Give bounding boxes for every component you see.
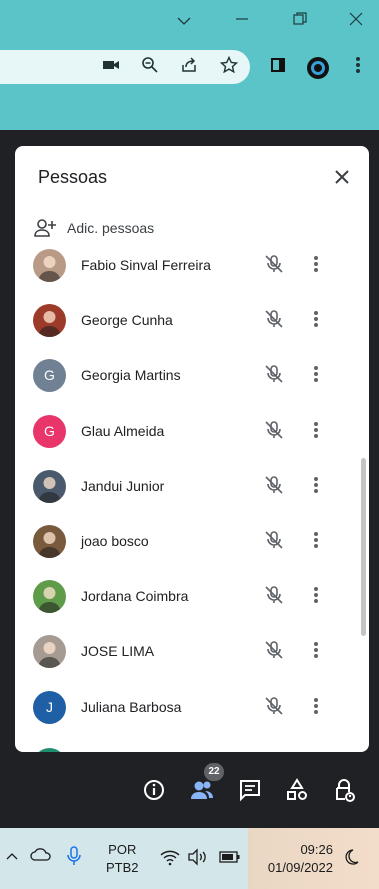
shapes-icon <box>287 778 307 800</box>
add-people-label: Adic. pessoas <box>67 220 155 236</box>
menu-kebab-icon[interactable] <box>347 56 369 78</box>
close-window-button[interactable] <box>344 10 368 34</box>
more-options-icon[interactable] <box>313 254 333 276</box>
microphone-icon[interactable] <box>67 846 81 869</box>
taskbar-clock[interactable]: 09:26 01/09/2022 <box>257 841 333 877</box>
participant-name: George Cunha <box>81 312 173 328</box>
focus-moon-icon[interactable] <box>343 848 359 869</box>
participant-name: Glau Almeida <box>81 423 165 439</box>
more-options-icon[interactable] <box>313 530 333 552</box>
list-item[interactable]: JOSE LIMA <box>15 629 369 684</box>
profile-avatar-icon[interactable] <box>306 56 329 79</box>
cloud-icon[interactable] <box>30 848 52 865</box>
add-person-icon <box>34 219 56 237</box>
participant-avatar <box>33 748 66 752</box>
list-item[interactable]: G Glau Almeida <box>15 409 369 464</box>
participant-name: Juliana Barbosa <box>81 699 182 715</box>
participant-avatar <box>33 525 66 558</box>
camera-icon[interactable] <box>100 56 122 78</box>
volume-icon[interactable] <box>187 848 209 869</box>
people-panel: Pessoas Adic. pessoas Fabio Sinval Ferre… <box>15 146 369 752</box>
list-item[interactable]: joao bosco <box>15 519 369 574</box>
chat-button[interactable] <box>236 776 264 804</box>
participant-avatar <box>33 580 66 613</box>
list-item[interactable]: Jordana Coimbra <box>15 574 369 629</box>
participant-name: Fabio Sinval Ferreira <box>81 257 211 273</box>
more-options-icon[interactable] <box>313 309 333 331</box>
lock-person-icon <box>336 779 355 802</box>
mic-off-icon[interactable] <box>263 253 285 275</box>
meeting-controls-bar: 22 <box>0 760 379 828</box>
list-item[interactable]: Jandui Junior <box>15 464 369 519</box>
more-options-icon[interactable] <box>313 640 333 662</box>
more-options-icon[interactable] <box>313 420 333 442</box>
bookmark-star-icon[interactable] <box>218 55 240 78</box>
chat-icon <box>240 780 260 802</box>
mic-off-icon[interactable] <box>263 639 285 661</box>
people-icon <box>191 781 213 799</box>
list-item[interactable]: George Cunha <box>15 298 369 353</box>
zoom-icon[interactable] <box>139 56 161 78</box>
restore-button[interactable] <box>288 10 312 34</box>
address-bar[interactable] <box>0 50 250 84</box>
list-item[interactable]: J Juliana Barbosa <box>15 685 369 740</box>
close-panel-button[interactable] <box>331 166 353 188</box>
info-icon <box>144 780 164 800</box>
participant-name: JOSE LIMA <box>81 643 155 659</box>
participant-avatar: G <box>33 415 66 448</box>
tab-search-icon[interactable] <box>172 10 196 34</box>
participant-avatar <box>33 470 66 503</box>
participant-avatar: J <box>33 691 66 724</box>
battery-icon[interactable] <box>219 850 241 866</box>
more-options-icon[interactable] <box>313 696 333 718</box>
people-button[interactable] <box>188 776 216 804</box>
side-panel-icon[interactable] <box>267 56 289 78</box>
clock-time: 09:26 <box>300 842 333 857</box>
browser-title-bar <box>0 0 379 44</box>
mic-off-icon[interactable] <box>263 308 285 330</box>
participant-avatar <box>33 249 66 282</box>
participant-name: joao bosco <box>81 533 149 549</box>
input-language[interactable]: POR PTB2 <box>106 841 139 877</box>
mic-off-icon[interactable] <box>263 529 285 551</box>
participant-name: Georgia Martins <box>81 367 181 383</box>
mic-off-icon[interactable] <box>263 363 285 385</box>
participant-avatar: G <box>33 359 66 392</box>
participant-avatar <box>33 635 66 668</box>
list-item[interactable]: G Georgia Martins <box>15 353 369 408</box>
keyboard-layout: PTB2 <box>106 860 139 875</box>
panel-title: Pessoas <box>38 167 108 187</box>
close-icon <box>335 170 349 184</box>
meeting-details-button[interactable] <box>140 776 168 804</box>
participant-avatar <box>33 304 66 337</box>
participant-name: Jordana Coimbra <box>81 588 189 604</box>
clock-date: 01/09/2022 <box>267 860 333 875</box>
share-icon[interactable] <box>178 56 200 78</box>
mic-off-icon[interactable] <box>263 584 285 606</box>
participant-name: Jandui Junior <box>81 478 165 494</box>
chevron-up-icon[interactable] <box>6 848 18 864</box>
add-people-button[interactable]: Adic. pessoas <box>33 216 154 240</box>
more-options-icon[interactable] <box>313 364 333 386</box>
host-controls-button[interactable] <box>330 776 358 804</box>
list-item-partial <box>15 742 369 752</box>
minimize-button[interactable] <box>230 10 254 34</box>
wifi-icon[interactable] <box>159 848 181 869</box>
mic-off-icon[interactable] <box>263 419 285 441</box>
windows-taskbar: POR PTB2 09:26 01/09/2022 <box>0 828 379 889</box>
browser-band <box>0 90 379 130</box>
list-item[interactable]: Fabio Sinval Ferreira <box>15 243 369 298</box>
activities-button[interactable] <box>283 776 311 804</box>
more-options-icon[interactable] <box>313 475 333 497</box>
mic-off-icon[interactable] <box>263 474 285 496</box>
more-options-icon[interactable] <box>313 585 333 607</box>
panel-scrollbar[interactable] <box>361 458 366 636</box>
mic-off-icon[interactable] <box>263 695 285 717</box>
language-code: POR <box>108 842 137 857</box>
